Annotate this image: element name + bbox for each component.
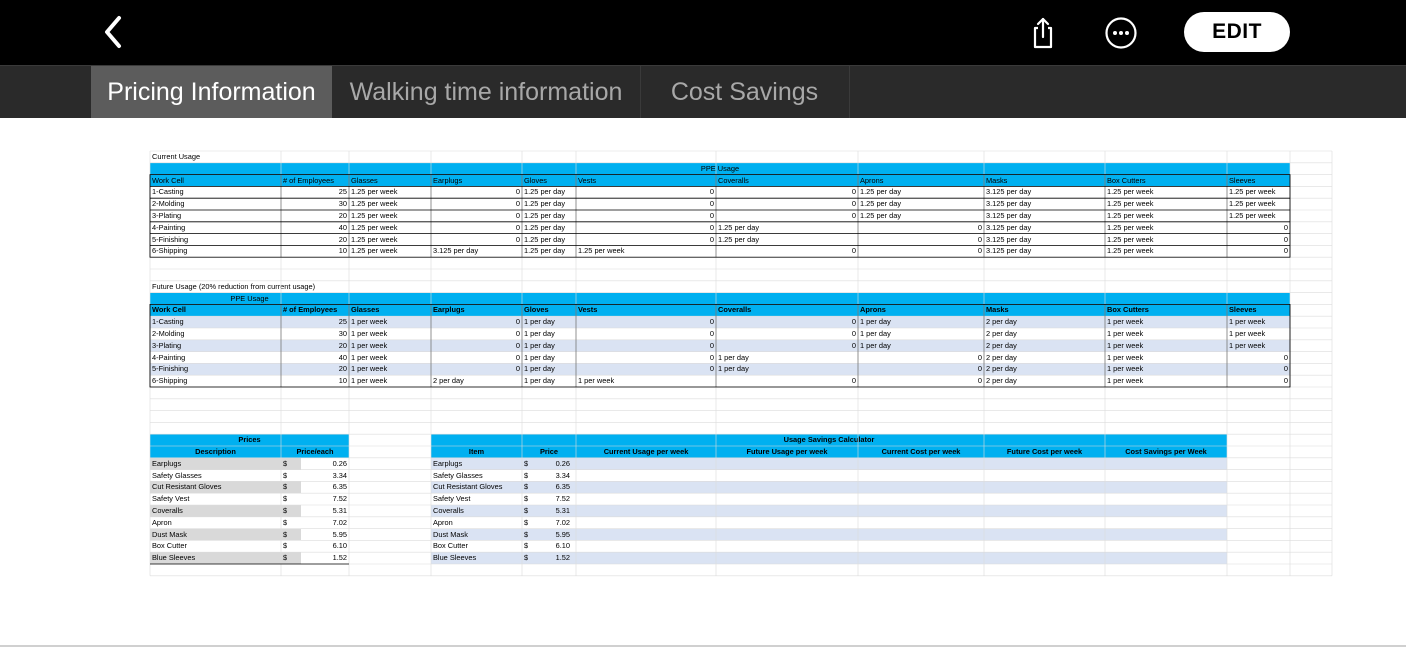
tab-cost-savings[interactable]: Cost Savings (640, 66, 850, 118)
sheet-tab-bar: Pricing Information Walking time informa… (0, 65, 1406, 118)
ellipsis-circle-icon[interactable] (1104, 16, 1138, 50)
sheet-gridlines (149, 150, 1333, 577)
tab-walking-time-information[interactable]: Walking time information (332, 66, 641, 118)
spreadsheet-canvas[interactable]: Current Usage PPE Usage Work Cell # of Empl… (0, 118, 1406, 647)
tab-pricing-information[interactable]: Pricing Information (91, 66, 332, 118)
edit-button[interactable]: EDIT (1184, 12, 1290, 52)
top-toolbar: EDIT (0, 0, 1406, 65)
chevron-left-icon[interactable] (100, 15, 130, 51)
share-icon[interactable] (1027, 16, 1059, 50)
